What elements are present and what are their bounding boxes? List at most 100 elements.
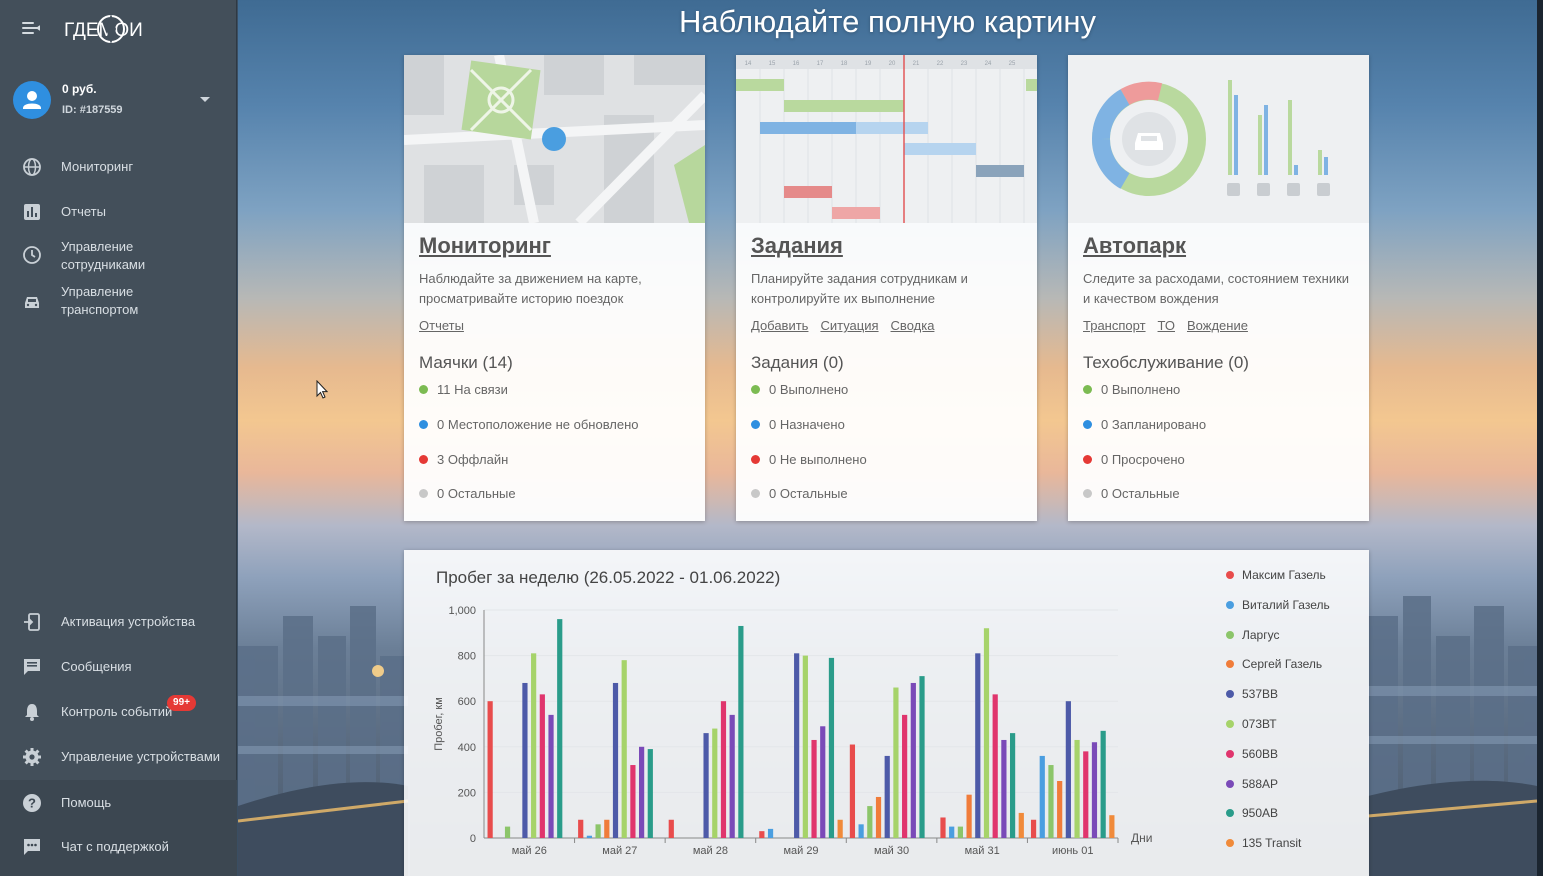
bar[interactable] [820,726,826,838]
link-reports[interactable]: Отчеты [419,318,464,333]
bar[interactable] [595,824,601,838]
legend-item[interactable]: 950АВ [1226,806,1278,820]
bar[interactable] [1009,733,1016,838]
bar[interactable] [1083,751,1089,838]
bar[interactable] [1065,701,1071,838]
bar[interactable] [539,694,545,838]
card-title[interactable]: Автопарк [1083,233,1186,259]
gantt-day-label: 15 [769,61,776,67]
sidebar-item-support-chat[interactable]: Чат с поддержкой [0,834,237,860]
sidebar-item-monitoring[interactable]: Мониторинг [0,154,237,180]
bar[interactable] [1030,819,1037,838]
legend-item[interactable]: Максим Газель [1226,568,1326,582]
bar[interactable] [902,714,908,838]
link-maintenance[interactable]: ТО [1158,318,1175,333]
link-summary[interactable]: Сводка [891,318,935,333]
bar[interactable] [1057,781,1063,838]
link-transport[interactable]: Транспорт [1083,318,1146,333]
bar[interactable] [1018,812,1024,838]
sidebar-item-events[interactable]: Контроль событий [0,699,237,725]
bar[interactable] [828,657,835,838]
bar[interactable] [858,824,864,838]
bar[interactable] [557,619,563,838]
sidebar-item-help[interactable]: ? Помощь [0,790,237,816]
bar[interactable] [875,796,882,838]
bar[interactable] [504,826,511,838]
bar[interactable] [703,733,709,838]
bar[interactable] [668,819,674,838]
bar[interactable] [849,744,856,838]
bar[interactable] [884,755,890,838]
bar[interactable] [621,660,627,838]
stat-row: 11 На связи [419,382,508,397]
logo[interactable]: ГДЕМОИ [64,10,164,48]
bar[interactable] [531,653,537,838]
link-situation[interactable]: Ситуация [820,318,878,333]
bar[interactable] [893,687,899,838]
legend-item[interactable]: Виталий Газель [1226,598,1330,612]
bar[interactable] [487,701,493,838]
bar[interactable] [940,817,946,838]
legend-item[interactable]: 135 Transit [1226,836,1301,850]
bar[interactable] [738,625,744,838]
menu-toggle-icon[interactable] [22,20,42,36]
stat-row: 0 Местоположение не обновлено [419,417,639,432]
link-driving[interactable]: Вождение [1187,318,1248,333]
bar[interactable] [992,694,998,838]
legend-label: 560ВВ [1242,746,1279,761]
sidebar-item-device-activation[interactable]: Активация устройства [0,609,237,635]
bar[interactable] [759,831,765,838]
bar[interactable] [966,794,972,838]
bar[interactable] [767,828,774,838]
bar[interactable] [837,819,843,838]
bar[interactable] [729,714,735,838]
user-account[interactable]: 0 руб. ID: #187559 [0,72,237,128]
sidebar-item-employees[interactable]: Управление сотрудниками [0,238,237,276]
bar[interactable] [919,676,925,838]
bar[interactable] [630,765,636,838]
bar[interactable] [1091,742,1098,838]
legend-item[interactable]: 588АР [1226,777,1278,791]
legend-item[interactable]: 073ВТ [1226,717,1277,731]
bar[interactable] [720,701,727,838]
bar[interactable] [949,826,955,838]
sidebar-item-messages[interactable]: Сообщения [0,654,237,680]
legend-item[interactable]: 537ВВ [1226,687,1278,701]
bar[interactable] [522,682,528,838]
bar[interactable] [975,653,981,838]
bar[interactable] [647,749,653,838]
legend-item[interactable]: Ларгус [1226,628,1279,642]
bar[interactable] [639,746,645,838]
bar[interactable] [1001,739,1007,838]
bar[interactable] [586,835,593,838]
bar[interactable] [548,714,554,838]
bar[interactable] [1074,739,1080,838]
bar[interactable] [1100,730,1106,838]
sidebar-item-reports[interactable]: Отчеты [0,199,237,225]
legend-item[interactable]: 560ВВ [1226,747,1278,761]
bar[interactable] [1039,755,1045,838]
card-title[interactable]: Задания [751,233,843,259]
chevron-down-icon[interactable] [200,97,210,102]
bar[interactable] [1048,765,1054,838]
link-add[interactable]: Добавить [751,318,808,333]
bar[interactable] [867,806,873,838]
bar[interactable] [578,819,584,838]
bar[interactable] [802,655,808,838]
bar[interactable] [910,682,916,838]
card-links: Отчеты [419,318,476,333]
bar[interactable] [1109,815,1115,838]
stat-row: 0 Выполнено [1083,382,1180,397]
bar[interactable] [983,628,990,838]
bar[interactable] [794,653,800,838]
sidebar-item-device-management[interactable]: Управление устройствами [0,744,237,770]
sidebar-item-label: Активация устройства [61,614,196,629]
bar[interactable] [811,739,817,838]
bar[interactable] [712,728,718,838]
sidebar-item-transport[interactable]: Управление транспортом [0,283,237,321]
bar[interactable] [957,826,963,838]
card-title[interactable]: Мониторинг [419,233,551,259]
bar[interactable] [612,682,619,838]
legend-item[interactable]: Сергей Газель [1226,657,1322,671]
bar[interactable] [604,819,610,838]
